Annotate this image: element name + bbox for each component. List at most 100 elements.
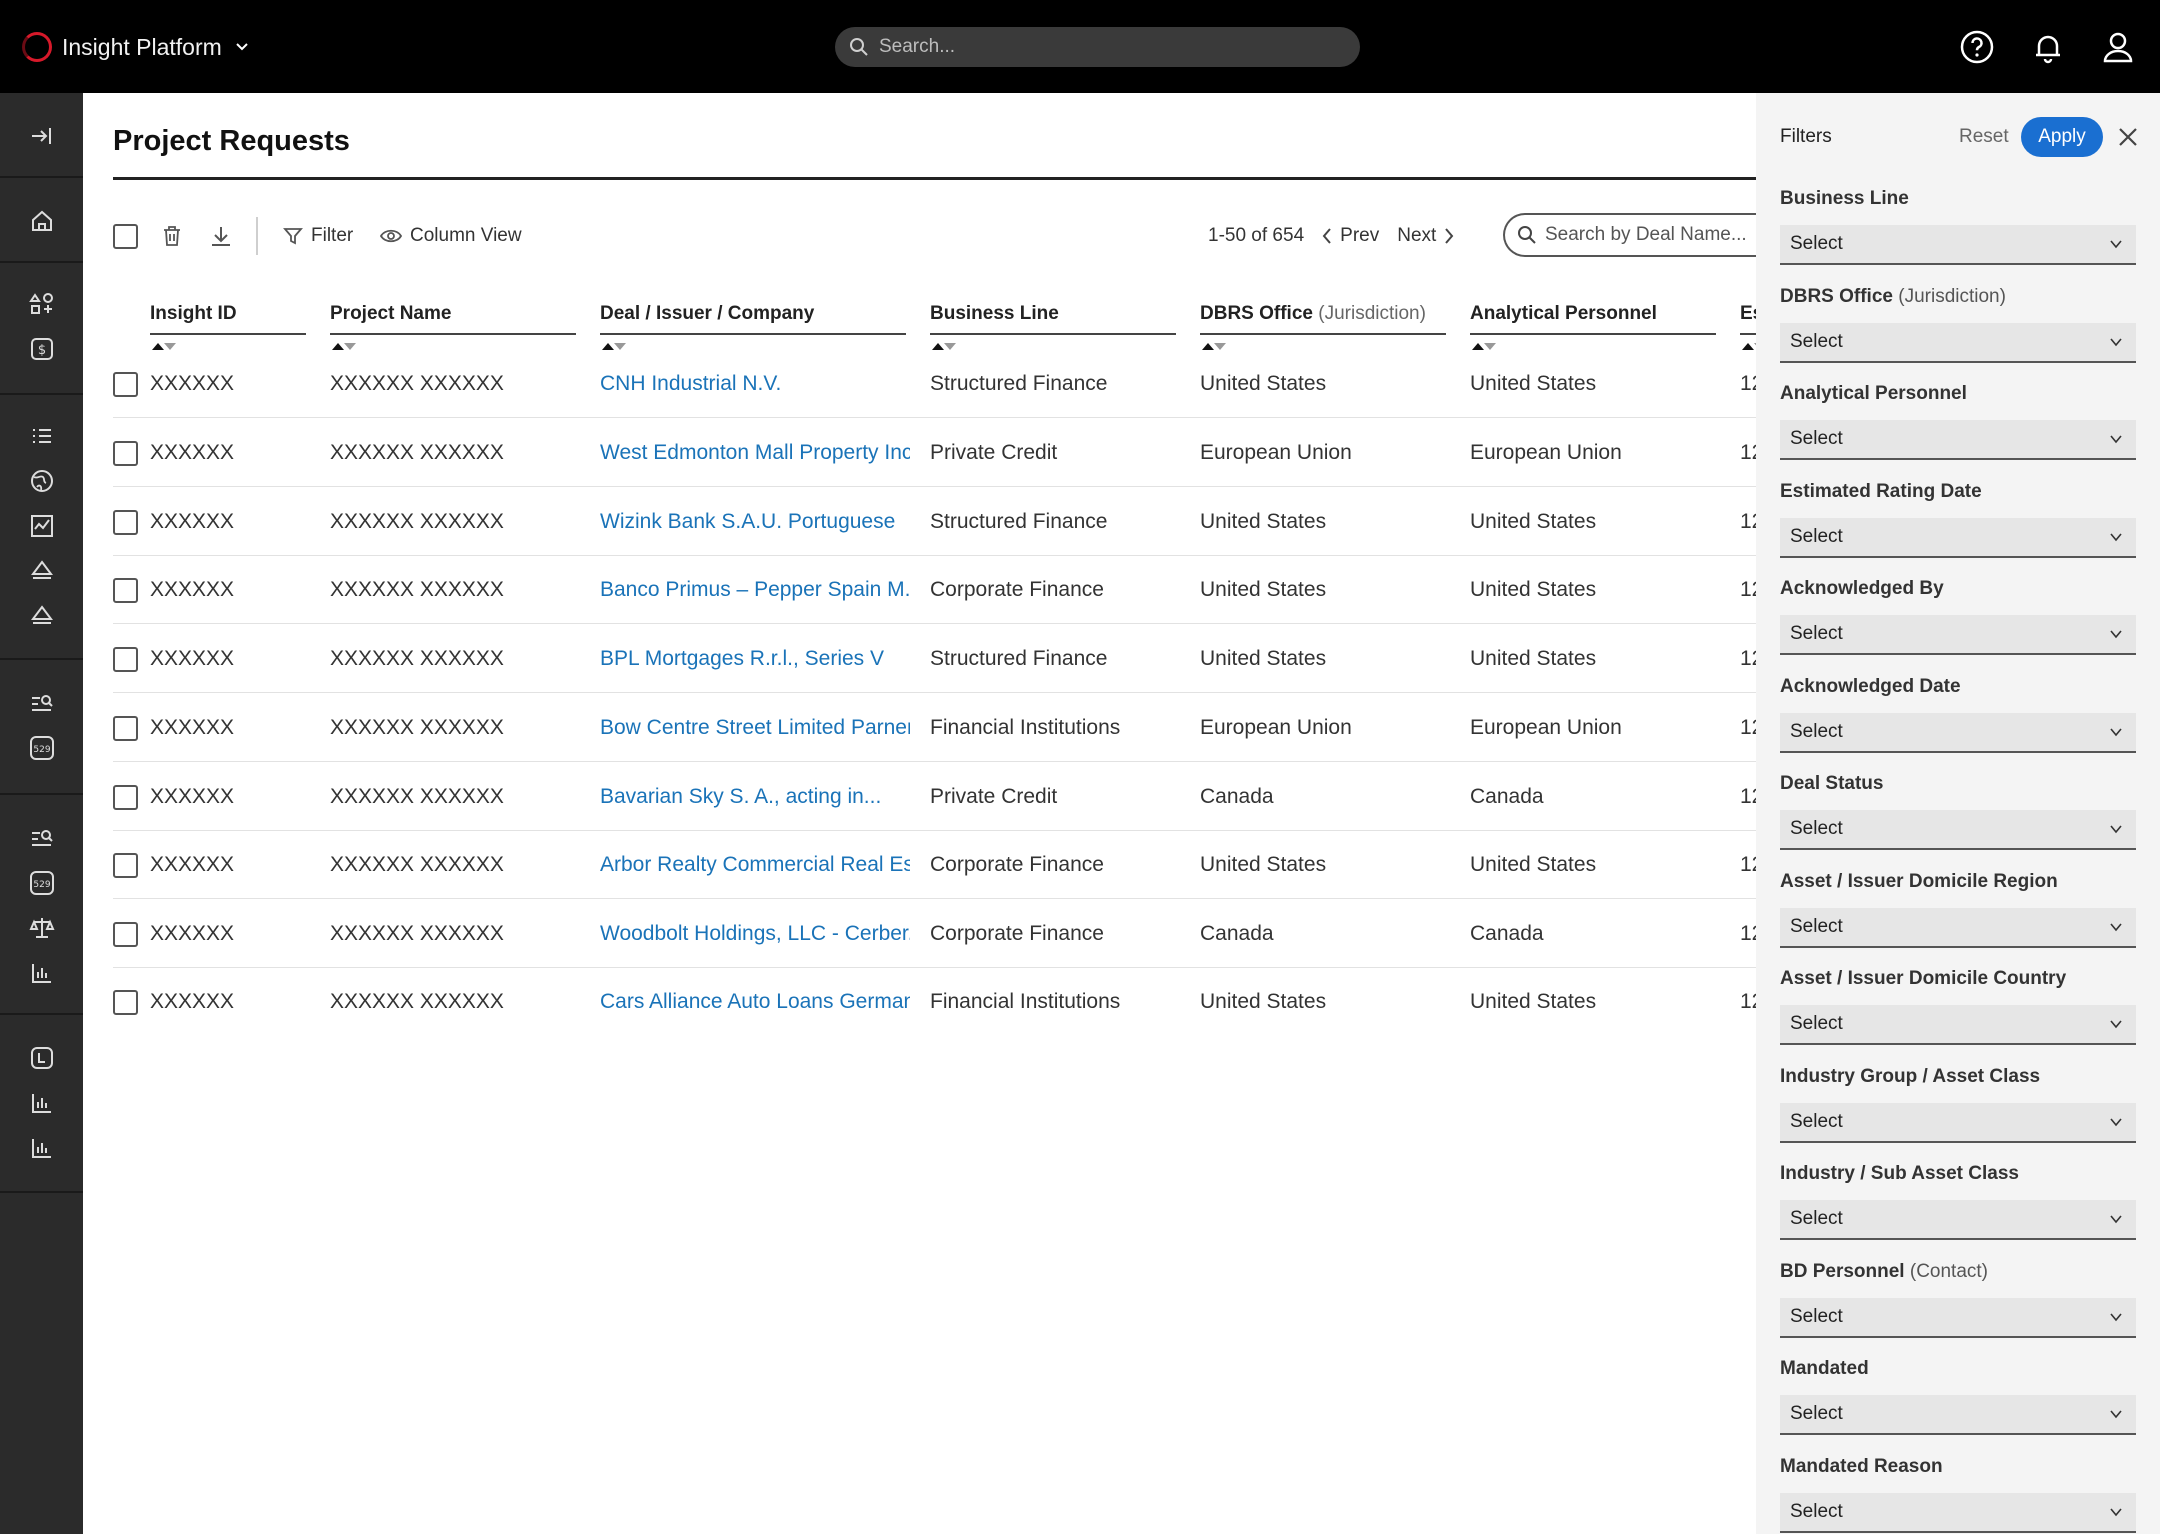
- rail-item-shapes[interactable]: [0, 281, 83, 326]
- cell-deal-link[interactable]: Woodbolt Holdings, LLC - Cerber...: [600, 900, 910, 968]
- filter-select[interactable]: Select: [1780, 1395, 2136, 1435]
- table-row: XXXXXX XXXXXX XXXXXX Bow Centre Street L…: [113, 694, 1756, 762]
- rail-item-globe[interactable]: [0, 458, 83, 503]
- rail-item-list[interactable]: [0, 413, 83, 458]
- row-checkbox[interactable]: [113, 716, 138, 741]
- rail-item-layers-2[interactable]: [0, 593, 83, 638]
- cell-deal-link[interactable]: CNH Industrial N.V.: [600, 350, 910, 418]
- select-all-checkbox[interactable]: [113, 223, 138, 249]
- next-label: Next: [1397, 225, 1437, 246]
- cell-deal-link[interactable]: Bow Centre Street Limited Parner...: [600, 694, 910, 762]
- expand-icon: [31, 127, 51, 144]
- rail-group-2: [0, 395, 83, 660]
- next-page-button[interactable]: Next: [1397, 225, 1456, 247]
- reset-button[interactable]: Reset: [1959, 126, 2009, 148]
- column-header-insight-id[interactable]: Insight ID: [150, 293, 306, 335]
- filter-select[interactable]: Select: [1780, 1200, 2136, 1240]
- deal-search-input[interactable]: [1545, 224, 1756, 246]
- row-checkbox[interactable]: [113, 441, 138, 466]
- cell-est: 12: [1740, 716, 1756, 739]
- global-search-input[interactable]: [879, 36, 1319, 58]
- filter-select[interactable]: Select: [1780, 615, 2136, 655]
- global-search[interactable]: [835, 27, 1360, 67]
- row-checkbox[interactable]: [113, 922, 138, 947]
- rail-item-bar-chart-3[interactable]: [0, 1125, 83, 1170]
- cell-deal-link[interactable]: Cars Alliance Auto Loans German...: [600, 968, 910, 1036]
- column-view-button[interactable]: Column View: [380, 213, 522, 259]
- cell-deal-link[interactable]: Banco Primus – Pepper Spain M...: [600, 556, 910, 624]
- row-checkbox[interactable]: [113, 372, 138, 397]
- filter-select[interactable]: Select: [1780, 225, 2136, 265]
- filter-select[interactable]: Select: [1780, 518, 2136, 558]
- layers-icon: [30, 604, 53, 624]
- rail-item-home[interactable]: [0, 198, 83, 243]
- help-icon[interactable]: [1957, 27, 1997, 67]
- cell-office: European Union: [1200, 441, 1352, 464]
- cell-deal-link[interactable]: Bavarian Sky S. A., acting in...: [600, 763, 910, 831]
- row-checkbox[interactable]: [113, 510, 138, 535]
- filter-select[interactable]: Select: [1780, 1005, 2136, 1045]
- table-row: XXXXXX XXXXXX XXXXXX Woodbolt Holdings, …: [113, 900, 1756, 968]
- filter-label: Filter: [311, 225, 354, 246]
- prev-label: Prev: [1340, 225, 1380, 246]
- cell-deal-link[interactable]: Wizink Bank S.A.U. Portuguese: [600, 488, 910, 556]
- row-checkbox[interactable]: [113, 578, 138, 603]
- filter-button[interactable]: Filter: [283, 213, 353, 259]
- prev-page-button[interactable]: Prev: [1320, 225, 1379, 247]
- delete-button[interactable]: [161, 213, 183, 259]
- rail-item-scale[interactable]: [0, 905, 83, 950]
- deal-search[interactable]: [1503, 213, 1756, 257]
- filter-select[interactable]: Select: [1780, 908, 2136, 948]
- filter-select-value: Select: [1790, 1501, 1843, 1522]
- column-header-est[interactable]: Es: [1740, 293, 1756, 335]
- rail-item-529-2[interactable]: 529: [0, 860, 83, 905]
- filters-header: Filters Reset Apply: [1756, 93, 2160, 183]
- rail-item-bar-chart[interactable]: [0, 950, 83, 995]
- cell-business-line: Corporate Finance: [930, 853, 1104, 876]
- filter-select[interactable]: Select: [1780, 1103, 2136, 1143]
- apply-button[interactable]: Apply: [2021, 117, 2103, 157]
- rail-item-l[interactable]: [0, 1035, 83, 1080]
- column-header-business-line[interactable]: Business Line: [930, 293, 1176, 335]
- filter-label: Acknowledged Date: [1780, 669, 2136, 705]
- select-all-checkbox-wrap: [113, 213, 138, 259]
- user-icon[interactable]: [2098, 27, 2138, 67]
- filter-select-value: Select: [1790, 233, 1843, 254]
- rail-item-529[interactable]: 529: [0, 725, 83, 770]
- download-button[interactable]: [209, 213, 233, 259]
- expand-rail-button[interactable]: [0, 113, 83, 158]
- row-checkbox[interactable]: [113, 853, 138, 878]
- chevron-down-icon: [2110, 728, 2122, 737]
- list-icon: [32, 428, 51, 443]
- cell-deal-link[interactable]: Arbor Realty Commercial Real Es...: [600, 831, 910, 899]
- column-header-deal[interactable]: Deal / Issuer / Company: [600, 293, 906, 335]
- app-switcher[interactable]: Insight Platform: [22, 30, 252, 64]
- bell-icon[interactable]: [2028, 27, 2068, 67]
- filter-select[interactable]: Select: [1780, 1493, 2136, 1533]
- rail-item-layers-1[interactable]: [0, 548, 83, 593]
- filter-mandated-reason: Mandated Reason Select: [1780, 1449, 2136, 1533]
- rail-item-chart-box[interactable]: [0, 503, 83, 548]
- cell-office: United States: [1200, 647, 1327, 670]
- filter-select[interactable]: Select: [1780, 1298, 2136, 1338]
- filter-select[interactable]: Select: [1780, 323, 2136, 363]
- filter-deal-status: Deal Status Select: [1780, 766, 2136, 850]
- filter-select[interactable]: Select: [1780, 420, 2136, 460]
- filter-select[interactable]: Select: [1780, 810, 2136, 850]
- cell-deal-link[interactable]: West Edmonton Mall Property Inc.: [600, 419, 910, 487]
- filter-industry-sub-asset: Industry / Sub Asset Class Select: [1780, 1156, 2136, 1240]
- cell-deal-link[interactable]: BPL Mortgages R.r.l., Series V: [600, 625, 910, 693]
- rail-item-bar-chart-2[interactable]: [0, 1080, 83, 1125]
- close-icon[interactable]: [2114, 123, 2142, 151]
- column-header-office[interactable]: DBRS Office (Jurisdiction): [1200, 293, 1446, 335]
- cell-personnel: Canada: [1470, 785, 1544, 808]
- row-checkbox[interactable]: [113, 647, 138, 672]
- column-header-project-name[interactable]: Project Name: [330, 293, 576, 335]
- column-header-personnel[interactable]: Analytical Personnel: [1470, 293, 1716, 335]
- rail-item-dollar[interactable]: $: [0, 326, 83, 371]
- filter-select[interactable]: Select: [1780, 713, 2136, 753]
- row-checkbox[interactable]: [113, 785, 138, 810]
- rail-item-search-list-2[interactable]: [0, 815, 83, 860]
- row-checkbox[interactable]: [113, 990, 138, 1015]
- rail-item-search-list[interactable]: [0, 680, 83, 725]
